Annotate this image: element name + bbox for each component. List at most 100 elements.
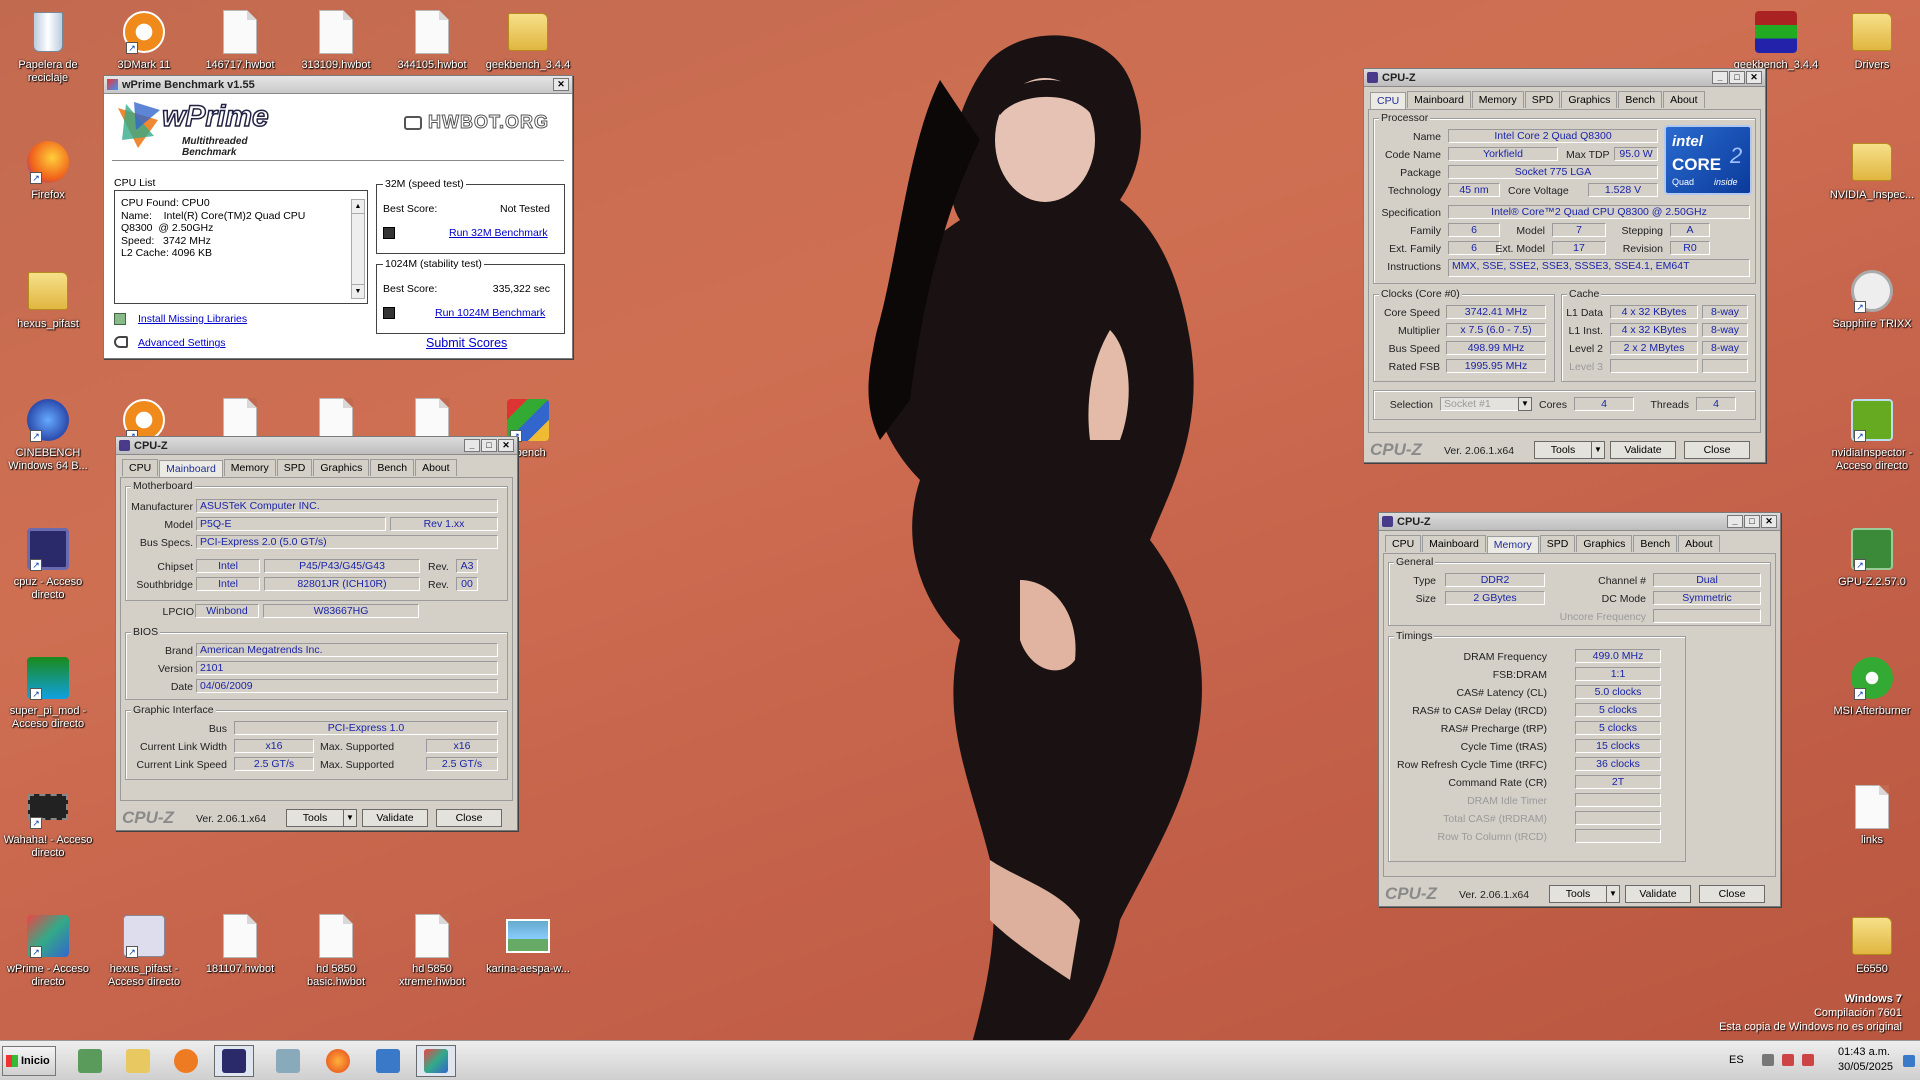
close-icon[interactable]: ✕ xyxy=(1746,71,1762,84)
minimize-icon[interactable]: _ xyxy=(464,439,480,452)
maximize-icon[interactable]: □ xyxy=(1729,71,1745,84)
desktop-icon-geekbench-2[interactable]: geekbench_3.4.4 xyxy=(1728,8,1824,72)
desktop-icon-superpi[interactable]: ↗ super_pi_mod - Acceso directo xyxy=(0,654,96,731)
tab-about[interactable]: About xyxy=(1678,535,1720,552)
tab-graphics[interactable]: Graphics xyxy=(1576,535,1633,552)
clock-time[interactable]: 01:43 a.m. xyxy=(1838,1046,1890,1058)
validate-button[interactable]: Validate xyxy=(1625,885,1691,903)
cpuz-memory-titlebar[interactable]: CPU-Z _ □ ✕ xyxy=(1379,513,1780,531)
tab-cpu[interactable]: CPU xyxy=(122,459,159,476)
action-center-icon[interactable] xyxy=(1802,1054,1814,1066)
desktop-icon-nvidiainspector[interactable]: ↗ nvidiaInspector - Acceso directo xyxy=(1824,396,1920,473)
desktop-icon-hexus-pifast[interactable]: hexus_pifast xyxy=(0,267,96,331)
desktop-icon-links[interactable]: links xyxy=(1824,783,1920,847)
desktop-icon-wahaha[interactable]: ↗ Wahaha! - Acceso directo xyxy=(0,783,96,860)
cpuz-memory-window[interactable]: CPU-Z _ □ ✕ CPU Mainboard Memory SPD Graphic… xyxy=(1378,512,1781,907)
desktop-icon-e6550[interactable]: E6550 xyxy=(1824,912,1920,976)
tab-about[interactable]: About xyxy=(415,459,457,476)
maximize-icon[interactable]: □ xyxy=(481,439,497,452)
tab-cpu[interactable]: CPU xyxy=(1385,535,1422,552)
scroll-up-icon[interactable]: ▲ xyxy=(352,200,364,214)
volume-icon[interactable] xyxy=(1762,1054,1774,1066)
tools-button[interactable]: Tools xyxy=(1549,885,1607,903)
desktop-icon-msi-afterburner[interactable]: ↗ MSI Afterburner xyxy=(1824,654,1920,718)
tab-mainboard[interactable]: Mainboard xyxy=(1407,91,1471,108)
desktop-icon-gpuz[interactable]: ↗ GPU-Z.2.57.0 xyxy=(1824,525,1920,589)
run-32m-link[interactable]: Run 32M Benchmark xyxy=(449,227,548,239)
cpuz-cpu-titlebar[interactable]: CPU-Z _ □ ✕ xyxy=(1364,69,1765,87)
desktop-icon-cinebench[interactable]: ↗ CINEBENCH Windows 64 B... xyxy=(0,396,96,473)
cpuz-cpu-window[interactable]: CPU-Z _ □ ✕ CPU Mainboard Memory SPD Graphic… xyxy=(1363,68,1766,463)
cpu-list-box[interactable]: CPU Found: CPU0 Name: Intel(R) Core(TM)2 … xyxy=(114,190,368,304)
desktop-icon-hd5850-xtreme[interactable]: hd 5850 xtreme.hwbot xyxy=(384,912,480,989)
validate-button[interactable]: Validate xyxy=(362,809,428,827)
taskbar-app-media[interactable] xyxy=(166,1045,206,1077)
tab-spd[interactable]: SPD xyxy=(1539,535,1576,552)
tab-mainboard[interactable]: Mainboard xyxy=(1422,535,1486,552)
language-indicator[interactable]: ES xyxy=(1729,1054,1744,1066)
close-button[interactable]: Close xyxy=(1684,441,1750,459)
desktop-icon-wprime-shortcut[interactable]: ↗ wPrime - Acceso directo xyxy=(0,912,96,989)
tab-bench[interactable]: Bench xyxy=(1618,91,1663,108)
desktop-icon-file-344105[interactable]: 344105.hwbot xyxy=(384,8,480,72)
taskbar-app-wprime[interactable] xyxy=(416,1045,456,1077)
minimize-icon[interactable]: _ xyxy=(1727,515,1743,528)
desktop-icon-file-313109[interactable]: 313109.hwbot xyxy=(288,8,384,72)
show-desktop-icon[interactable] xyxy=(1903,1055,1915,1067)
tab-cpu[interactable]: CPU xyxy=(1370,92,1407,109)
tab-spd[interactable]: SPD xyxy=(1524,91,1561,108)
desktop-icon-drivers[interactable]: Drivers xyxy=(1824,8,1920,72)
close-button[interactable]: Close xyxy=(436,809,502,827)
tools-dropdown-icon[interactable]: ▼ xyxy=(1606,885,1620,903)
desktop-icon-firefox[interactable]: ↗ Firefox xyxy=(0,138,96,202)
cpuz-mainboard-window[interactable]: CPU-Z _ □ ✕ CPU Mainboard Memory SPD Graphic… xyxy=(115,436,518,831)
desktop-icon-3dmark11[interactable]: ↗ 3DMark 11 xyxy=(96,8,192,72)
taskbar-app-explorer-green[interactable] xyxy=(70,1045,110,1077)
tab-memory[interactable]: Memory xyxy=(1486,536,1539,553)
start-button[interactable]: Inicio xyxy=(2,1046,56,1076)
desktop-icon-hexus-pifast-shortcut[interactable]: ↗ hexus_pifast - Acceso directo xyxy=(96,912,192,989)
maximize-icon[interactable]: □ xyxy=(1744,515,1760,528)
close-icon[interactable]: ✕ xyxy=(553,78,569,91)
desktop-icon-file-146717[interactable]: 146717.hwbot xyxy=(192,8,288,72)
tab-about[interactable]: About xyxy=(1663,91,1705,108)
desktop-icon-nvidia-inspec[interactable]: NVIDIA_Inspec... xyxy=(1824,138,1920,202)
desktop-icon-file-181107[interactable]: 181107.hwbot xyxy=(192,912,288,976)
clock-date[interactable]: 30/05/2025 xyxy=(1838,1061,1893,1073)
cpu-list-scrollbar[interactable]: ▲ ▼ xyxy=(351,199,365,299)
install-libraries-link[interactable]: Install Missing Libraries xyxy=(138,313,247,325)
tab-graphics[interactable]: Graphics xyxy=(313,459,370,476)
tools-button[interactable]: Tools xyxy=(1534,441,1592,459)
selection-dropdown-icon[interactable]: ▼ xyxy=(1518,397,1532,411)
taskbar-app-shield[interactable] xyxy=(368,1045,408,1077)
tab-graphics[interactable]: Graphics xyxy=(1561,91,1618,108)
run-1024m-link[interactable]: Run 1024M Benchmark xyxy=(435,307,545,319)
tools-dropdown-icon[interactable]: ▼ xyxy=(343,809,357,827)
tab-memory[interactable]: Memory xyxy=(1471,91,1524,108)
taskbar-app-files[interactable] xyxy=(118,1045,158,1077)
tab-mainboard[interactable]: Mainboard xyxy=(159,460,223,477)
wprime-window[interactable]: wPrime Benchmark v1.55 ✕ wPrime Multithr… xyxy=(103,75,573,359)
close-button[interactable]: Close xyxy=(1699,885,1765,903)
taskbar-app-firefox[interactable] xyxy=(318,1045,358,1077)
wprime-titlebar[interactable]: wPrime Benchmark v1.55 ✕ xyxy=(104,76,572,94)
desktop-icon-sapphire-trixx[interactable]: ↗ Sapphire TRIXX xyxy=(1824,267,1920,331)
desktop-icon-recycle-bin[interactable]: Papelera de reciclaje xyxy=(0,8,96,85)
desktop-icon-karina[interactable]: karina-aespa-w... xyxy=(480,912,576,976)
tools-dropdown-icon[interactable]: ▼ xyxy=(1591,441,1605,459)
desktop-icon-cpuz[interactable]: ↗ cpuz - Acceso directo xyxy=(0,525,96,602)
validate-button[interactable]: Validate xyxy=(1610,441,1676,459)
advanced-settings-link[interactable]: Advanced Settings xyxy=(138,337,226,349)
taskbar-app-cpuz[interactable] xyxy=(214,1045,254,1077)
cpuz-mainboard-titlebar[interactable]: CPU-Z _ □ ✕ xyxy=(116,437,517,455)
desktop-icon-geekbench-1[interactable]: geekbench_3.4.4 xyxy=(480,8,576,72)
tab-bench[interactable]: Bench xyxy=(1633,535,1678,552)
minimize-icon[interactable]: _ xyxy=(1712,71,1728,84)
tab-memory[interactable]: Memory xyxy=(223,459,276,476)
tab-spd[interactable]: SPD xyxy=(276,459,313,476)
scroll-down-icon[interactable]: ▼ xyxy=(352,284,364,298)
close-icon[interactable]: ✕ xyxy=(1761,515,1777,528)
tools-button[interactable]: Tools xyxy=(286,809,344,827)
close-icon[interactable]: ✕ xyxy=(498,439,514,452)
submit-scores-link[interactable]: Submit Scores xyxy=(426,336,507,350)
